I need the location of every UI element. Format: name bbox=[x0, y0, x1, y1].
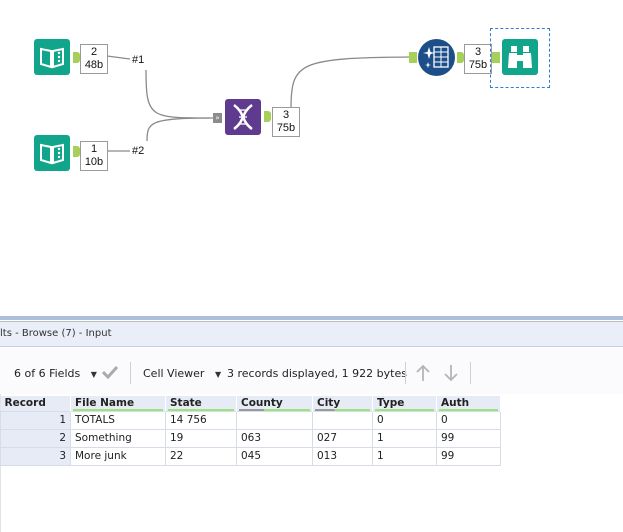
multi-input-anchor[interactable]: » bbox=[213, 113, 222, 123]
wire-input1-union bbox=[106, 55, 131, 60]
record-count-badge: 3 75b bbox=[272, 107, 300, 137]
cell-auth[interactable]: 99 bbox=[436, 428, 501, 448]
results-title-text: lts - Browse (7) - Input bbox=[0, 328, 112, 339]
cell-type[interactable]: 1 bbox=[372, 446, 437, 466]
cell-city[interactable]: 027 bbox=[312, 428, 373, 448]
union-tool[interactable] bbox=[225, 99, 261, 135]
output-anchor[interactable] bbox=[73, 52, 80, 63]
chevron-down-icon: ▼ bbox=[214, 370, 222, 379]
binoculars-icon bbox=[508, 46, 532, 68]
cell-state[interactable]: 19 bbox=[165, 428, 237, 448]
results-toolbar: 6 of 6 Fields ▼ Cell Viewer ▼ 3 records … bbox=[0, 348, 623, 394]
scroll-up-button[interactable] bbox=[415, 364, 431, 385]
cell-record[interactable]: 1 bbox=[0, 410, 71, 430]
book-icon bbox=[40, 47, 64, 69]
cell-type[interactable]: 1 bbox=[372, 428, 437, 448]
output-anchor[interactable] bbox=[73, 146, 80, 157]
sparkle-table-icon bbox=[423, 46, 449, 68]
record-count: 1 bbox=[90, 143, 98, 155]
cell-state[interactable]: 22 bbox=[165, 446, 237, 466]
results-panel-title: lts - Browse (7) - Input bbox=[0, 322, 623, 347]
cell-record[interactable]: 3 bbox=[0, 446, 71, 466]
table-row[interactable]: 2 Something 19 063 027 1 99 bbox=[0, 428, 501, 448]
scroll-down-button[interactable] bbox=[443, 364, 459, 385]
cell-state[interactable]: 14 756 bbox=[165, 410, 237, 430]
cell-type[interactable]: 0 bbox=[372, 410, 437, 430]
column-header-state[interactable]: State bbox=[165, 396, 237, 411]
column-header-type[interactable]: Type bbox=[372, 396, 437, 411]
input-anchor[interactable] bbox=[492, 52, 500, 63]
cell-file-name[interactable]: TOTALS bbox=[70, 410, 166, 430]
checkmark-icon bbox=[101, 365, 119, 380]
record-size: 48b bbox=[84, 59, 104, 71]
cell-county[interactable]: 063 bbox=[236, 428, 313, 448]
table-row[interactable]: 3 More junk 22 045 013 1 99 bbox=[0, 446, 501, 466]
output-anchor[interactable] bbox=[457, 52, 464, 63]
workflow-window: 2 48b #1 1 10b #2 » 3 75b 3 75b lts - Br… bbox=[0, 0, 623, 532]
column-header-city[interactable]: City bbox=[312, 396, 373, 411]
cell-file-name[interactable]: More junk bbox=[70, 446, 166, 466]
cell-county[interactable] bbox=[236, 410, 313, 430]
panel-splitter[interactable] bbox=[0, 316, 623, 320]
wire-union-summarize bbox=[290, 56, 411, 109]
arrow-down-icon bbox=[444, 365, 458, 382]
wire-label-2: #2 bbox=[132, 145, 145, 157]
arrow-up-icon bbox=[416, 364, 430, 381]
toolbar-separator bbox=[405, 362, 406, 384]
record-count-badge: 2 48b bbox=[80, 44, 108, 74]
cell-city[interactable]: 013 bbox=[312, 446, 373, 466]
input-data-tool-1[interactable] bbox=[34, 39, 70, 75]
wire-label-1: #1 bbox=[132, 54, 145, 66]
workflow-canvas[interactable]: 2 48b #1 1 10b #2 » 3 75b 3 75b bbox=[0, 0, 623, 318]
output-anchor[interactable] bbox=[264, 111, 271, 122]
column-header-record[interactable]: Record bbox=[0, 396, 71, 411]
wire-input1-union-curve bbox=[145, 69, 211, 119]
toolbar-separator bbox=[130, 362, 131, 384]
fields-selector-label: 6 of 6 Fields bbox=[14, 367, 81, 380]
dna-icon bbox=[233, 103, 253, 131]
table-row[interactable]: 1 TOTALS 14 756 0 0 bbox=[0, 410, 501, 430]
cell-auth[interactable]: 0 bbox=[436, 410, 501, 430]
record-count-badge: 1 10b bbox=[80, 141, 108, 171]
record-size: 10b bbox=[84, 156, 104, 168]
results-table: Record File Name State County City Type … bbox=[0, 396, 501, 466]
fields-selector-dropdown[interactable]: 6 of 6 Fields ▼ bbox=[14, 367, 97, 380]
wire-input2-union-curve bbox=[146, 117, 215, 142]
cell-county[interactable]: 045 bbox=[236, 446, 313, 466]
record-count: 3 bbox=[282, 109, 290, 121]
records-status: 3 records displayed, 1 922 bytes bbox=[227, 367, 407, 380]
chevron-down-icon: ▼ bbox=[90, 370, 97, 379]
table-header-row: Record File Name State County City Type … bbox=[0, 396, 501, 411]
browse-tool[interactable] bbox=[502, 39, 538, 75]
cell-viewer-dropdown[interactable]: Cell Viewer ▼ bbox=[143, 367, 221, 380]
cell-record[interactable]: 2 bbox=[0, 428, 71, 448]
apply-checkmark-button[interactable] bbox=[101, 365, 119, 382]
column-header-auth[interactable]: Auth bbox=[436, 396, 501, 411]
input-anchor[interactable] bbox=[409, 52, 417, 63]
cell-viewer-label: Cell Viewer bbox=[143, 367, 205, 380]
book-icon bbox=[40, 143, 64, 165]
column-header-file-name[interactable]: File Name bbox=[70, 396, 166, 411]
record-size: 75b bbox=[276, 122, 296, 134]
record-size: 75b bbox=[468, 59, 488, 71]
record-count: 3 bbox=[474, 46, 482, 58]
record-count-badge: 3 75b bbox=[464, 44, 492, 74]
cell-city[interactable] bbox=[312, 410, 373, 430]
column-header-county[interactable]: County bbox=[236, 396, 313, 411]
record-count: 2 bbox=[90, 46, 98, 58]
cell-file-name[interactable]: Something bbox=[70, 428, 166, 448]
data-cleansing-tool[interactable] bbox=[418, 39, 455, 76]
toolbar-separator bbox=[470, 362, 471, 384]
input-data-tool-2[interactable] bbox=[34, 135, 70, 171]
cell-auth[interactable]: 99 bbox=[436, 446, 501, 466]
